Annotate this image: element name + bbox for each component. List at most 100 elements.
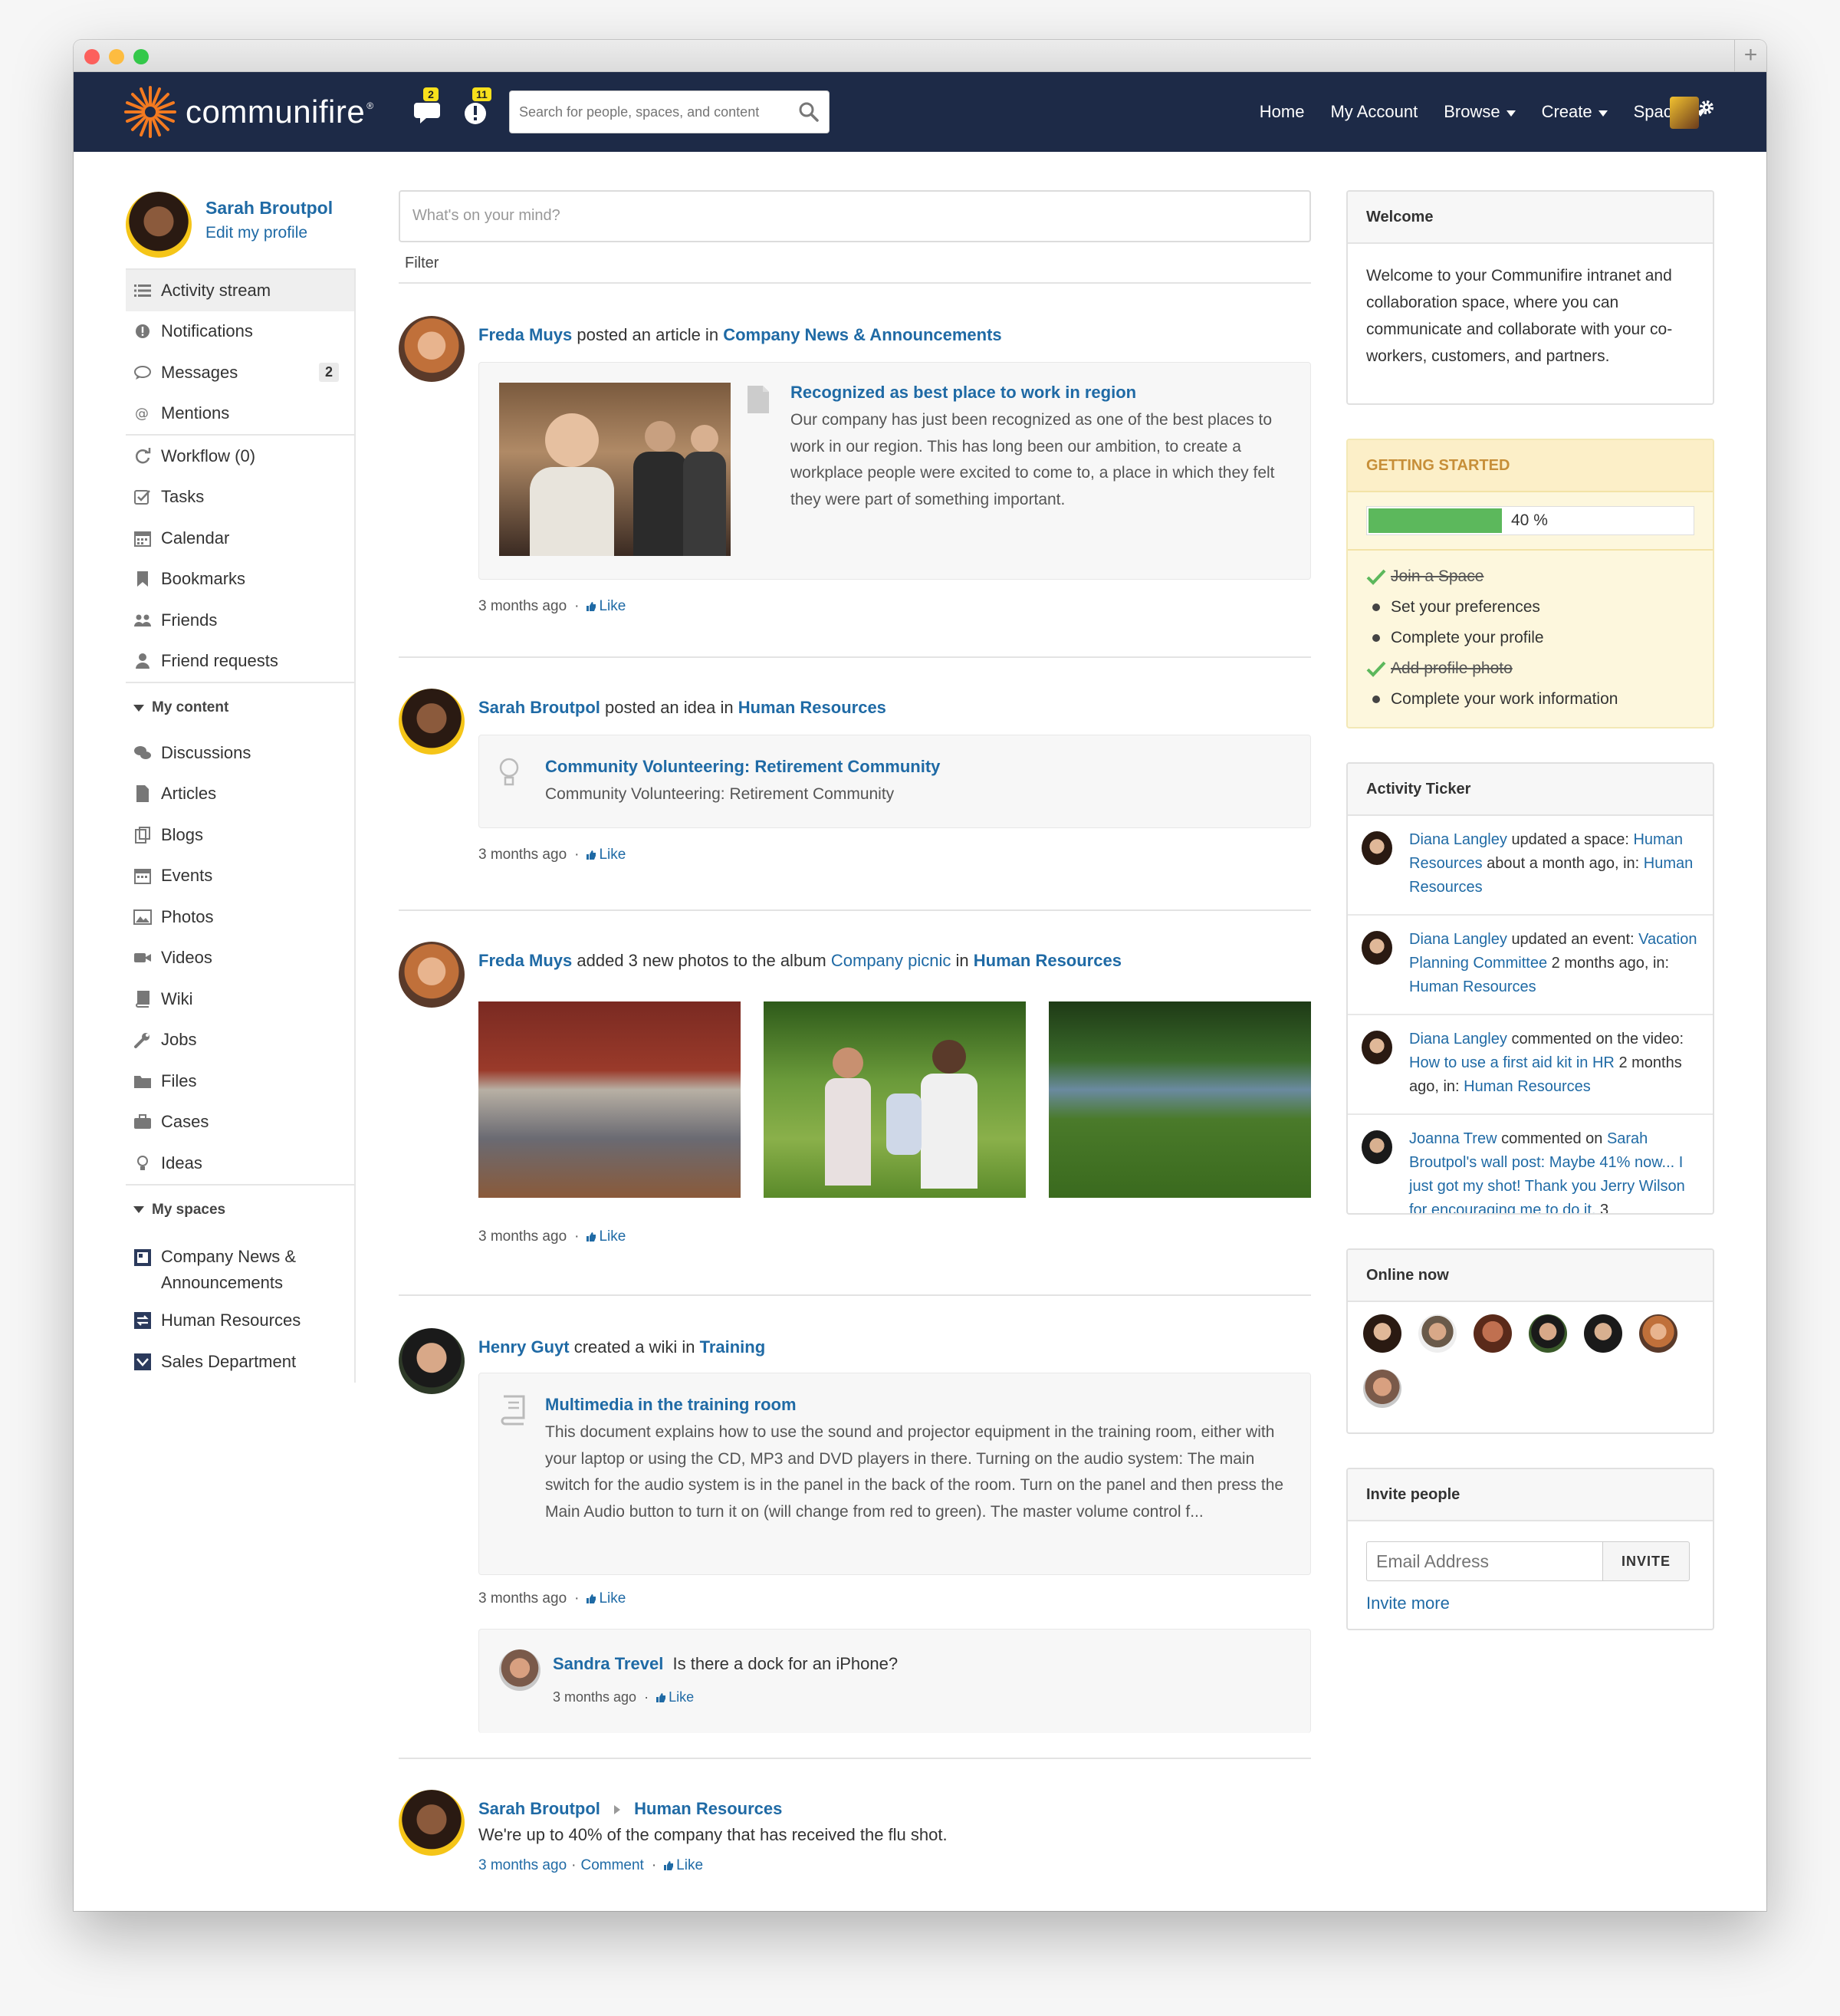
checklist-item[interactable]: Complete your work information <box>1366 684 1694 715</box>
like-link[interactable]: Like <box>599 847 626 863</box>
sidebar-item-friend-requests[interactable]: Friend requests <box>126 641 354 682</box>
zoom-window-button[interactable] <box>133 49 149 64</box>
sidebar-item-videos[interactable]: Videos <box>126 938 354 979</box>
messages-nav-button[interactable]: 2 <box>412 87 446 130</box>
post-target[interactable]: Human Resources <box>634 1799 782 1818</box>
profile-name[interactable]: Sarah Broutpol <box>205 198 333 219</box>
ticker-object[interactable]: How to use a first aid kit in HR <box>1409 1054 1615 1071</box>
post-actor[interactable]: Freda Muys <box>478 951 572 970</box>
sidebar-item-events[interactable]: Events <box>126 856 354 897</box>
article-title[interactable]: Recognized as best place to work in regi… <box>790 383 1296 403</box>
sidebar-item-wiki[interactable]: Wiki <box>126 978 354 1020</box>
sidebar-item-tasks[interactable]: Tasks <box>126 477 354 518</box>
nav-create[interactable]: Create <box>1542 102 1608 122</box>
photo-thumbnail[interactable] <box>478 1001 741 1198</box>
sidebar-item-calendar[interactable]: Calendar <box>126 518 354 559</box>
sidebar-item-cases[interactable]: Cases <box>126 1102 354 1143</box>
my-content-heading[interactable]: My content <box>126 683 354 732</box>
post-target[interactable]: Human Resources <box>738 698 886 717</box>
sidebar-item-photos[interactable]: Photos <box>126 896 354 938</box>
avatar[interactable] <box>1584 1314 1622 1353</box>
sidebar-item-jobs[interactable]: Jobs <box>126 1020 354 1061</box>
invite-button[interactable]: INVITE <box>1602 1541 1690 1581</box>
avatar[interactable] <box>1474 1314 1512 1353</box>
sidebar-item-mentions[interactable]: @ Mentions <box>126 393 354 435</box>
sidebar-item-files[interactable]: Files <box>126 1061 354 1102</box>
comment-author[interactable]: Sandra Trevel <box>553 1654 663 1673</box>
avatar[interactable] <box>1362 1130 1392 1164</box>
post-actor[interactable]: Henry Guyt <box>478 1337 570 1357</box>
nav-home[interactable]: Home <box>1260 102 1305 122</box>
avatar[interactable] <box>1362 1031 1392 1064</box>
avatar[interactable] <box>399 1328 465 1394</box>
avatar[interactable] <box>499 1649 540 1691</box>
avatar[interactable] <box>399 942 465 1008</box>
sidebar-item-messages[interactable]: Messages 2 <box>126 352 354 393</box>
ticker-space[interactable]: Human Resources <box>1409 978 1536 995</box>
checklist-item[interactable]: Add profile photo <box>1366 653 1694 684</box>
sidebar-item-discussions[interactable]: Discussions <box>126 732 354 774</box>
post-actor[interactable]: Freda Muys <box>478 325 572 344</box>
sidebar-item-blogs[interactable]: Blogs <box>126 814 354 856</box>
close-window-button[interactable] <box>84 49 100 64</box>
like-link[interactable]: Like <box>599 598 626 615</box>
post-target[interactable]: Training <box>700 1337 766 1357</box>
avatar[interactable] <box>1363 1314 1401 1353</box>
ticker-actor[interactable]: Diana Langley <box>1409 931 1507 948</box>
ticker-actor[interactable]: Diana Langley <box>1409 1031 1507 1047</box>
checklist-item[interactable]: Join a Space <box>1366 561 1694 592</box>
avatar[interactable] <box>399 316 465 382</box>
search-icon[interactable] <box>798 101 820 123</box>
wiki-title[interactable]: Multimedia in the training room <box>545 1395 797 1415</box>
avatar[interactable] <box>399 689 465 755</box>
post-target[interactable]: Company News & Announcements <box>723 325 1001 344</box>
photo-thumbnail[interactable] <box>1049 1001 1311 1198</box>
avatar[interactable] <box>399 1790 465 1856</box>
nav-browse[interactable]: Browse <box>1444 102 1516 122</box>
post-target[interactable]: Human Resources <box>974 951 1122 970</box>
gear-icon[interactable] <box>1697 98 1716 117</box>
user-avatar-menu[interactable] <box>1670 97 1699 129</box>
like-link[interactable]: Like <box>599 1228 626 1245</box>
checklist-item[interactable]: Complete your profile <box>1366 623 1694 653</box>
sidebar-item-friends[interactable]: Friends <box>126 600 354 641</box>
sidebar-item-workflow[interactable]: Workflow (0) <box>126 436 354 477</box>
like-link[interactable]: Like <box>599 1590 626 1607</box>
post-actor[interactable]: Sarah Broutpol <box>478 698 600 717</box>
article-image[interactable] <box>499 383 731 556</box>
avatar[interactable] <box>1363 1370 1401 1408</box>
filter-label[interactable]: Filter <box>405 255 439 271</box>
checklist-item[interactable]: Set your preferences <box>1366 592 1694 623</box>
avatar[interactable] <box>1362 931 1392 965</box>
ticker-space[interactable]: Human Resources <box>1464 1078 1591 1095</box>
ticker-actor[interactable]: Diana Langley <box>1409 831 1507 848</box>
like-link[interactable]: Like <box>676 1857 703 1874</box>
post-actor[interactable]: Sarah Broutpol <box>478 1799 600 1818</box>
minimize-window-button[interactable] <box>109 49 124 64</box>
sidebar-item-activity-stream[interactable]: Activity stream <box>126 270 354 311</box>
sidebar-space-company-news[interactable]: Company News & Announcements <box>126 1235 354 1301</box>
idea-title[interactable]: Community Volunteering: Retirement Commu… <box>545 757 940 777</box>
new-tab-button[interactable]: + <box>1734 40 1766 72</box>
sidebar-space-human-resources[interactable]: Human Resources <box>126 1301 354 1342</box>
like-link[interactable]: Like <box>669 1689 694 1705</box>
email-field[interactable] <box>1366 1541 1602 1581</box>
photo-thumbnail[interactable] <box>764 1001 1026 1198</box>
nav-my-account[interactable]: My Account <box>1330 102 1418 122</box>
avatar[interactable] <box>1639 1314 1677 1353</box>
communifire-logo[interactable]: communifire ® <box>123 84 373 140</box>
post-time-link[interactable]: 3 months ago <box>478 1857 567 1874</box>
comment-link[interactable]: Comment <box>580 1857 643 1874</box>
invite-more-link[interactable]: Invite more <box>1366 1593 1694 1613</box>
status-composer[interactable]: What's on your mind? <box>399 190 1311 242</box>
album-link[interactable]: Company picnic <box>831 951 951 970</box>
sidebar-item-articles[interactable]: Articles <box>126 774 354 815</box>
avatar[interactable] <box>126 192 192 258</box>
sidebar-item-notifications[interactable]: Notifications <box>126 311 354 353</box>
avatar[interactable] <box>1418 1314 1457 1353</box>
my-spaces-heading[interactable]: My spaces <box>126 1186 354 1235</box>
search-input[interactable] <box>510 91 786 133</box>
avatar[interactable] <box>1362 831 1392 865</box>
edit-profile-link[interactable]: Edit my profile <box>205 224 307 242</box>
sidebar-space-sales-department[interactable]: Sales Department <box>126 1341 354 1383</box>
